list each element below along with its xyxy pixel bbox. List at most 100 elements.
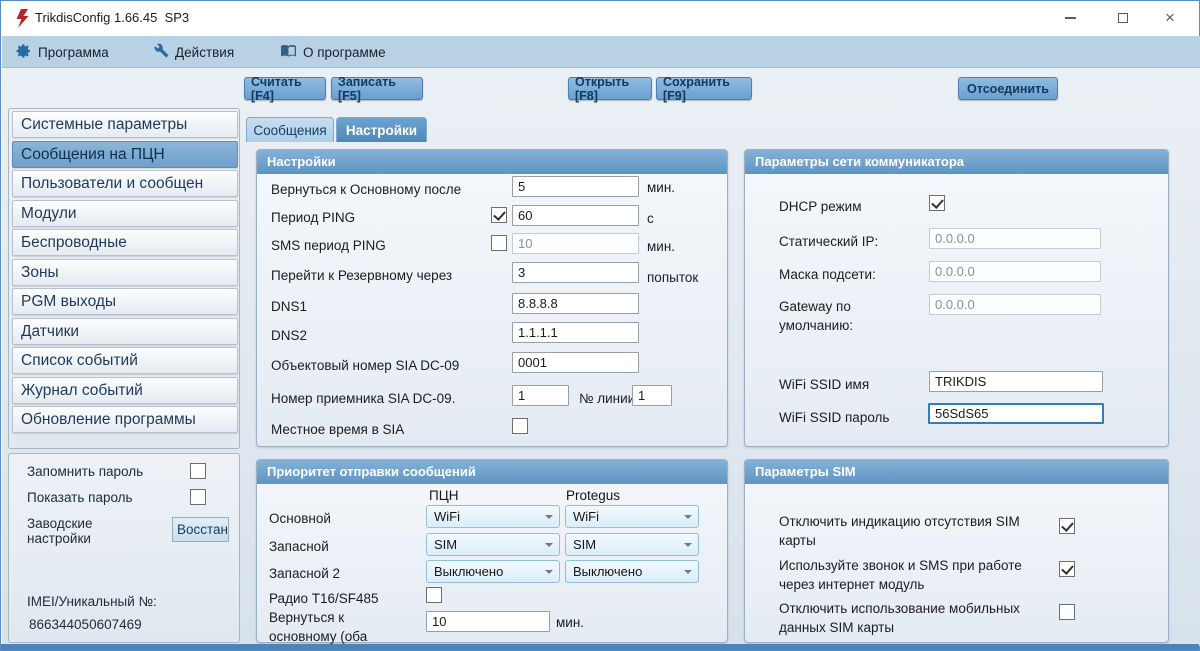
sidebar-item-modules[interactable]: Модули <box>12 200 238 227</box>
imei-value: 866344050607469 <box>29 617 142 632</box>
backup2-cms-select[interactable]: Выключено <box>426 560 560 583</box>
line-number-input[interactable] <box>632 385 672 406</box>
sim-panel-title: Параметры SIM <box>745 460 1168 484</box>
local-time-checkbox[interactable] <box>512 418 528 434</box>
wifi-ssid-input[interactable] <box>929 371 1103 392</box>
open-button[interactable]: Открыть [F8] <box>568 75 652 103</box>
tab-settings[interactable]: Настройки <box>336 117 427 142</box>
static-ip-input[interactable] <box>929 228 1101 249</box>
object-number-label: Объектовый номер SIA DC-09 <box>271 358 460 373</box>
backup-cms-select[interactable]: SIM <box>426 533 560 556</box>
dns1-label: DNS1 <box>271 299 308 314</box>
call-sms-internet-label: Используйте звонок и SMS при работе чере… <box>779 558 1022 592</box>
return-primary-label: Вернуться к Основному после <box>271 182 462 197</box>
backup2-protegus-select[interactable]: Выключено <box>565 560 699 583</box>
disconnect-button[interactable]: Отсоединить <box>958 77 1058 100</box>
restore-button[interactable]: Восстан <box>172 517 229 542</box>
return-primary-input[interactable] <box>512 176 639 197</box>
primary-protegus-select[interactable]: WiFi <box>565 505 699 528</box>
menu-about-label: О программе <box>303 44 386 60</box>
ping-unit: с <box>647 211 654 226</box>
local-time-label: Местное время в SIA <box>271 422 405 437</box>
show-password-checkbox[interactable] <box>190 489 206 505</box>
read-button[interactable]: Считать [F4] <box>244 75 326 103</box>
primary-cms-value: WiFi <box>434 509 460 524</box>
window-bottom-edge <box>1 644 1199 650</box>
window-title: TrikdisConfig 1.66.45 SP3 <box>35 10 190 25</box>
line-number-label: № линии: <box>579 391 639 406</box>
chevron-down-icon <box>545 515 553 519</box>
remember-password-label: Запомнить пароль <box>27 464 144 479</box>
primary-channel-label: Основной <box>269 511 331 526</box>
backup2-channel-label: Запасной 2 <box>269 566 340 581</box>
ping-checkbox[interactable] <box>491 207 507 223</box>
sidebar-item-users-and-messages[interactable]: Пользователи и сообщен <box>12 170 238 197</box>
chevron-down-icon <box>545 570 553 574</box>
go-backup-input[interactable] <box>512 262 639 283</box>
sim-absent-indication-checkbox[interactable] <box>1059 518 1075 534</box>
write-button[interactable]: Записать [F5] <box>331 75 423 103</box>
primary-protegus-value: WiFi <box>573 509 599 524</box>
go-backup-label: Перейти к Резервному через <box>271 268 453 283</box>
receiver-number-input[interactable] <box>512 385 569 406</box>
sidebar-item-sensors[interactable]: Датчики <box>12 318 238 345</box>
subnet-mask-input[interactable] <box>929 261 1101 282</box>
factory-settings-label: Заводские настройки <box>27 516 93 546</box>
minimize-button[interactable] <box>1053 1 1087 34</box>
minimize-icon <box>1064 16 1076 19</box>
save-button[interactable]: Сохранить [F9] <box>656 75 752 103</box>
object-number-input[interactable] <box>512 352 639 373</box>
gateway-label: Gateway по умолчанию: <box>779 299 854 333</box>
menu-bar: Программа Действия О программе <box>2 36 1200 68</box>
column-header-cms: ПЦН <box>429 488 459 503</box>
title-bar: TrikdisConfig 1.66.45 SP3 × <box>1 1 1199 36</box>
gateway-input[interactable] <box>929 294 1101 315</box>
sms-ping-checkbox[interactable] <box>491 235 507 251</box>
maximize-icon <box>1118 12 1128 23</box>
menu-program-label: Программа <box>38 44 109 60</box>
sidebar-item-firmware-update[interactable]: Обновление программы <box>12 406 238 433</box>
wifi-password-input[interactable] <box>928 403 1104 424</box>
static-ip-label: Статический IP: <box>779 234 879 249</box>
priority-panel-title: Приоритет отправки сообщений <box>257 460 727 484</box>
return-both-input[interactable] <box>426 611 550 632</box>
sidebar-item-event-list[interactable]: Список событий <box>12 347 238 374</box>
menu-program[interactable]: Программа <box>10 36 115 68</box>
wifi-password-label: WiFi SSID пароль <box>779 410 890 425</box>
close-icon: × <box>1165 8 1175 27</box>
primary-cms-select[interactable]: WiFi <box>426 505 560 528</box>
sidebar-item-messages-to-cms[interactable]: Сообщения на ПЦН <box>12 141 238 168</box>
remember-password-checkbox[interactable] <box>190 463 206 479</box>
settings-panel-title: Настройки <box>257 150 727 174</box>
disable-mobile-data-checkbox[interactable] <box>1059 604 1075 620</box>
maximize-button[interactable] <box>1106 1 1140 34</box>
wifi-ssid-label: WiFi SSID имя <box>779 377 870 392</box>
column-header-protegus: Protegus <box>566 488 621 503</box>
sidebar-item-pgm-outputs[interactable]: PGM выходы <box>12 288 238 315</box>
sidebar-item-system-parameters[interactable]: Системные параметры <box>12 111 238 138</box>
dns2-input[interactable] <box>512 322 639 343</box>
go-backup-unit: попыток <box>647 270 699 285</box>
radio-t16-checkbox[interactable] <box>426 587 442 603</box>
menu-actions[interactable]: Действия <box>148 36 240 68</box>
tab-messages[interactable]: Сообщения <box>246 117 334 142</box>
ping-input[interactable] <box>512 205 639 226</box>
sms-ping-input[interactable] <box>512 233 639 254</box>
sidebar-item-event-log[interactable]: Журнал событий <box>12 377 238 404</box>
disable-mobile-data-label: Отключить использование мобильных данных… <box>779 601 1020 635</box>
dns1-input[interactable] <box>512 293 639 314</box>
call-sms-internet-checkbox[interactable] <box>1059 561 1075 577</box>
dns2-label: DNS2 <box>271 328 308 343</box>
sms-ping-unit: мин. <box>647 239 676 254</box>
sidebar-item-zones[interactable]: Зоны <box>12 259 238 286</box>
show-password-label: Показать пароль <box>27 490 133 505</box>
dhcp-checkbox[interactable] <box>929 195 945 211</box>
backup-protegus-select[interactable]: SIM <box>565 533 699 556</box>
menu-about[interactable]: О программе <box>274 36 392 68</box>
return-both-label: Вернуться к основному (оба <box>269 610 368 644</box>
gear-icon <box>16 43 32 62</box>
close-button[interactable]: × <box>1153 1 1187 34</box>
sidebar-item-wireless[interactable]: Беспроводные <box>12 229 238 256</box>
backup2-protegus-value: Выключено <box>573 564 643 579</box>
ping-label: Период PING <box>271 210 356 225</box>
